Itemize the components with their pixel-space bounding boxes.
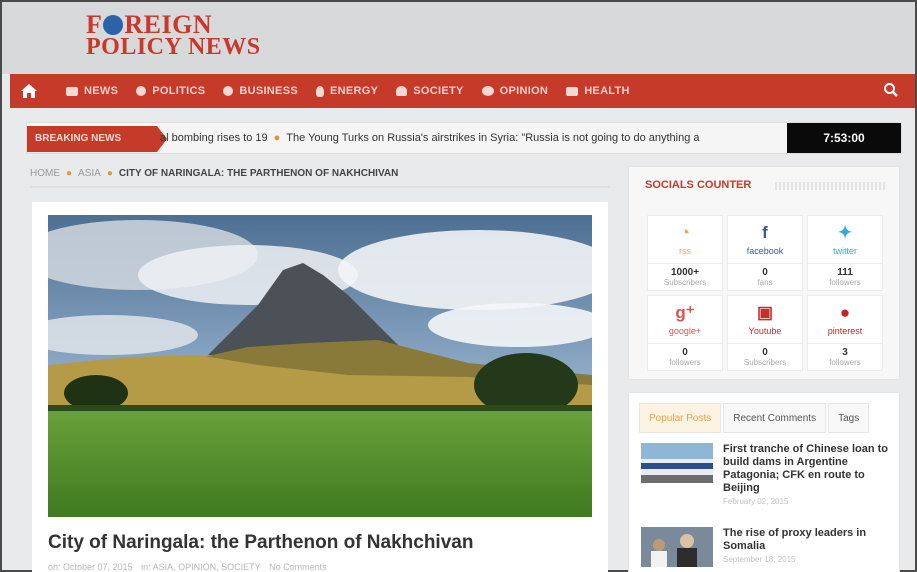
social-count: 0 bbox=[728, 263, 802, 278]
tab-popular-posts[interactable]: Popular Posts bbox=[639, 403, 722, 433]
widget-tabs: Popular Posts Recent Comments Tags bbox=[639, 403, 871, 433]
social-count: 3 bbox=[808, 343, 882, 358]
logo-line2: POLICY NEWS bbox=[86, 34, 261, 60]
social-pinterest[interactable]: ● pinterest 3 followers bbox=[807, 295, 883, 371]
site-logo[interactable]: F REIGN POLICY NEWS bbox=[86, 12, 261, 60]
social-unit: Subscribers bbox=[743, 358, 787, 367]
title-stripe bbox=[775, 182, 887, 190]
nav-item-energy[interactable]: ENERGY bbox=[315, 74, 379, 108]
news-icon bbox=[66, 86, 78, 96]
social-label: facebook bbox=[746, 246, 784, 256]
twitter-icon: ✦ bbox=[837, 223, 853, 242]
ticker-item[interactable]: al bombing rises to 19 bbox=[160, 132, 268, 144]
social-unit: fans bbox=[757, 278, 773, 287]
medkit-icon bbox=[566, 86, 579, 96]
social-label: Youtube bbox=[748, 326, 782, 336]
pinterest-icon: ● bbox=[839, 303, 851, 322]
nav-item-society[interactable]: SOCIETY bbox=[396, 74, 463, 108]
social-rss[interactable]: ◔ rss 1000+ Subscribers bbox=[647, 215, 723, 291]
speech-bubble-icon bbox=[481, 86, 494, 96]
breadcrumb-separator-icon: ● bbox=[106, 168, 113, 179]
site-header: F REIGN POLICY NEWS bbox=[2, 2, 915, 74]
main-nav: NEWS POLITICS BUSINESS ENERGY SOCIETY OP… bbox=[10, 74, 915, 108]
post-title[interactable]: The rise of proxy leaders in Somalia bbox=[723, 527, 891, 553]
widget-title: SOCIALS COUNTER bbox=[645, 179, 752, 191]
social-google-plus[interactable]: g⁺ google+ 0 followers bbox=[647, 295, 723, 371]
ticker-text[interactable]: al bombing rises to 19 ● The Young Turks o… bbox=[160, 123, 782, 153]
social-count: 0 bbox=[648, 343, 722, 358]
social-label: rss bbox=[679, 246, 691, 256]
search-icon[interactable] bbox=[883, 82, 899, 103]
breadcrumb: HOME ● ASIA ● CITY OF NARINGALA: THE PAR… bbox=[30, 168, 398, 179]
business-icon bbox=[223, 86, 234, 96]
energy-icon bbox=[315, 85, 324, 97]
breaking-news-label: BREAKING NEWS bbox=[27, 126, 167, 152]
social-unit: Subscribers bbox=[663, 278, 707, 287]
people-icon bbox=[396, 86, 408, 96]
social-count: 1000+ bbox=[648, 263, 722, 278]
home-icon[interactable] bbox=[10, 74, 48, 108]
social-twitter[interactable]: ✦ twitter 111 followers bbox=[807, 215, 883, 291]
article-categories[interactable]: in: ASIA, OPINION, SOCIETY bbox=[141, 562, 261, 572]
bullet-icon: ● bbox=[273, 132, 281, 144]
globe-icon bbox=[103, 15, 124, 35]
breadcrumb-current: CITY OF NARINGALA: THE PARTHENON OF NAKH… bbox=[118, 168, 399, 179]
social-unit: followers bbox=[669, 358, 701, 367]
post-date: February 02, 2015 bbox=[723, 497, 789, 506]
post-thumbnail[interactable] bbox=[641, 443, 713, 483]
nav-item-opinion[interactable]: OPINION bbox=[481, 74, 549, 108]
nav-item-label: ENERGY bbox=[329, 85, 379, 97]
facebook-icon: f bbox=[762, 223, 768, 242]
nav-item-politics[interactable]: POLITICS bbox=[136, 74, 205, 108]
breaking-news-ticker: BREAKING NEWS al bombing rises to 19 ● The… bbox=[26, 122, 902, 154]
social-count: 111 bbox=[808, 263, 882, 278]
social-youtube[interactable]: ▣ Youtube 0 Subscribers bbox=[727, 295, 803, 371]
breadcrumb-separator-icon: ● bbox=[66, 168, 73, 179]
social-label: twitter bbox=[832, 246, 857, 256]
google-plus-icon: g⁺ bbox=[675, 303, 695, 322]
ticker-clock: 7:53:00 bbox=[787, 123, 901, 153]
ticker-item[interactable]: The Young Turks on Russia's airstrikes i… bbox=[286, 132, 699, 144]
breadcrumb-divider bbox=[30, 186, 610, 188]
tab-tags[interactable]: Tags bbox=[828, 403, 870, 433]
social-unit: followers bbox=[829, 278, 861, 287]
popular-post-item[interactable]: The rise of proxy leaders in Somalia Sep… bbox=[641, 527, 891, 572]
rss-icon: ◔ bbox=[679, 223, 691, 242]
youtube-icon: ▣ bbox=[756, 303, 774, 322]
socials-counter-widget: SOCIALS COUNTER ◔ rss 1000+ Subscribers … bbox=[628, 166, 900, 380]
nav-item-label: NEWS bbox=[84, 85, 119, 97]
article-comments[interactable]: No Comments bbox=[269, 562, 327, 572]
article-date: on: October 07, 2015 bbox=[48, 562, 133, 572]
breadcrumb-section[interactable]: ASIA bbox=[78, 168, 101, 179]
social-unit: followers bbox=[829, 358, 861, 367]
nav-item-business[interactable]: BUSINESS bbox=[223, 74, 298, 108]
post-date: September 18, 2015 bbox=[723, 555, 796, 564]
post-thumbnail[interactable] bbox=[641, 527, 713, 567]
nav-item-label: SOCIETY bbox=[413, 85, 464, 97]
article-title[interactable]: City of Naringala: the Parthenon of Nakh… bbox=[48, 532, 473, 554]
globe-icon bbox=[136, 86, 147, 96]
nav-item-label: BUSINESS bbox=[239, 85, 298, 97]
breadcrumb-home[interactable]: HOME bbox=[30, 168, 60, 179]
nav-item-health[interactable]: HEALTH bbox=[566, 74, 630, 108]
tab-recent-comments[interactable]: Recent Comments bbox=[723, 403, 827, 433]
nav-item-label: OPINION bbox=[499, 85, 549, 97]
social-label: pinterest bbox=[827, 326, 863, 336]
article-card: City of Naringala: the Parthenon of Nakh… bbox=[32, 202, 608, 572]
nav-item-label: POLITICS bbox=[152, 85, 206, 97]
popular-post-item[interactable]: First tranche of Chinese loan to build d… bbox=[641, 443, 891, 506]
social-label: google+ bbox=[668, 326, 702, 336]
social-facebook[interactable]: f facebook 0 fans bbox=[727, 215, 803, 291]
nav-item-news[interactable]: NEWS bbox=[66, 74, 118, 108]
article-image[interactable] bbox=[48, 215, 592, 517]
nav-item-label: HEALTH bbox=[584, 85, 630, 97]
post-title[interactable]: First tranche of Chinese loan to build d… bbox=[723, 443, 891, 495]
article-meta: on: October 07, 2015 in: ASIA, OPINION, … bbox=[48, 562, 333, 572]
social-count: 0 bbox=[728, 343, 802, 358]
tabs-widget: Popular Posts Recent Comments Tags First… bbox=[628, 392, 900, 572]
